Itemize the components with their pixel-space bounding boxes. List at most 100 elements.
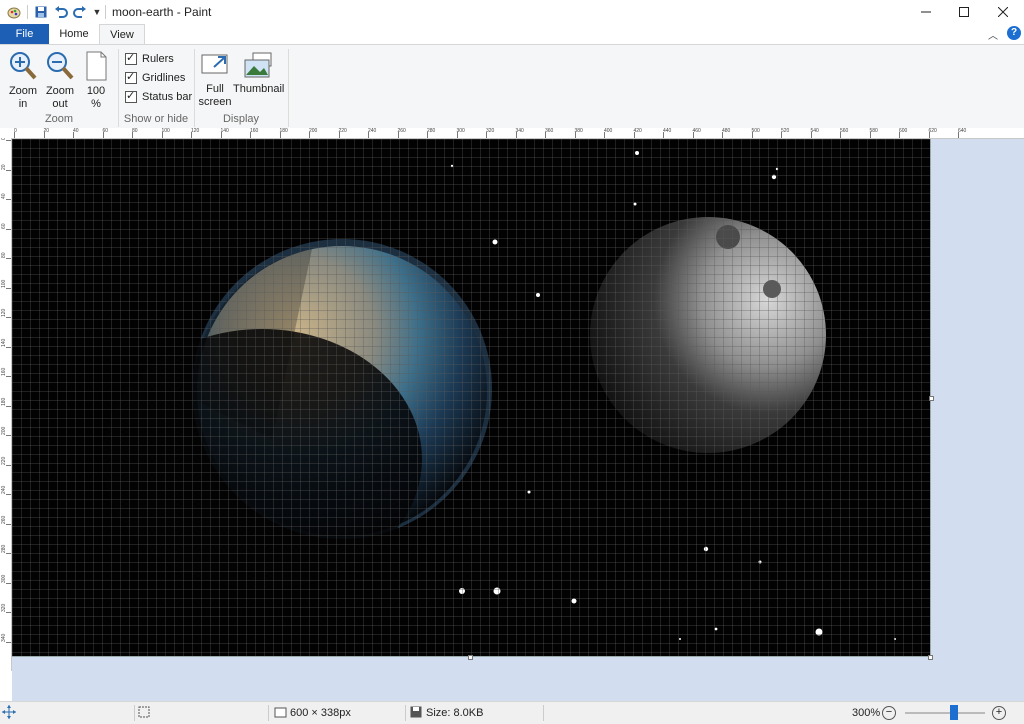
zoom-in-icon bbox=[10, 52, 37, 80]
ruler-tick bbox=[781, 132, 782, 138]
ruler-label: 420 bbox=[633, 128, 642, 134]
checkbox-checked-icon bbox=[125, 51, 137, 65]
ruler-label: 300 bbox=[1, 574, 7, 583]
ruler-label: 360 bbox=[545, 128, 554, 134]
ruler-label: 100 bbox=[161, 128, 170, 134]
ruler-label: 280 bbox=[427, 128, 436, 134]
ruler-label: 100 bbox=[1, 279, 7, 288]
ruler-label: 300 bbox=[456, 128, 465, 134]
file-size: Size: 8.0KB bbox=[426, 707, 484, 719]
gridlines-checkbox[interactable]: Gridlines bbox=[125, 70, 185, 86]
ruler-label: 200 bbox=[1, 426, 7, 435]
ruler-label: 540 bbox=[810, 128, 819, 134]
ruler-tick bbox=[6, 258, 11, 259]
help-icon[interactable]: ? bbox=[1007, 26, 1021, 40]
display-group-label: Display bbox=[222, 113, 260, 125]
ruler-tick bbox=[692, 132, 694, 138]
ruler-label: 200 bbox=[309, 128, 318, 134]
ruler-tick bbox=[810, 132, 812, 138]
ruler-label: 380 bbox=[574, 128, 583, 134]
collapse-ribbon-icon[interactable]: ︿ bbox=[988, 27, 998, 42]
ruler-tick bbox=[6, 582, 11, 584]
ruler-tick bbox=[6, 228, 11, 230]
resize-handle-right[interactable] bbox=[929, 396, 934, 401]
ruler-label: 580 bbox=[869, 128, 878, 134]
paint-app-icon[interactable] bbox=[6, 4, 22, 20]
workspace bbox=[12, 139, 1024, 701]
ruler-tick bbox=[958, 132, 959, 138]
image-canvas[interactable] bbox=[12, 139, 931, 657]
show-hide-group-label: Show or hide bbox=[123, 113, 189, 125]
thumbnail-button[interactable]: Thumbnail bbox=[233, 51, 285, 96]
ruler-label: 440 bbox=[663, 128, 672, 134]
ruler-tick bbox=[132, 132, 133, 138]
ruler-tick bbox=[574, 132, 576, 138]
vertical-ruler: 0 20 40 60 80 100 120 140 160 180 200 220 240 260 280 3… bbox=[0, 138, 12, 671]
status-bar-checkbox[interactable]: Status bar bbox=[125, 89, 192, 105]
ruler-tick bbox=[6, 169, 11, 171]
tab-home[interactable]: Home bbox=[49, 24, 99, 44]
ruler-label: 180 bbox=[279, 128, 288, 134]
thumbnail-label: Thumbnail bbox=[233, 83, 285, 95]
title-bar: ▼ moon-earth - Paint bbox=[0, 0, 1024, 24]
close-button[interactable] bbox=[980, 0, 1024, 24]
page-icon bbox=[86, 51, 107, 81]
zoom-100-button[interactable]: 100 % bbox=[80, 51, 112, 111]
ribbon-panel: Zoom in Zoom out 100 % Zoom Rulers Gridl… bbox=[0, 44, 1024, 130]
zoom-group-label: Zoom bbox=[44, 113, 74, 125]
resize-handle-bottom[interactable] bbox=[468, 655, 473, 660]
ruler-label: 560 bbox=[840, 128, 849, 134]
resize-handle-corner[interactable] bbox=[928, 655, 933, 660]
ruler-label: 320 bbox=[1, 603, 7, 612]
ruler-tick bbox=[663, 132, 664, 138]
zoom-out-label-2: out bbox=[52, 98, 68, 110]
ruler-label: 480 bbox=[722, 128, 731, 134]
ruler-tick bbox=[6, 317, 11, 318]
zoom-in-status-icon[interactable]: + bbox=[992, 706, 1006, 720]
tab-view[interactable]: View bbox=[99, 24, 145, 46]
ribbon-tabs: File Home View ︿ ? bbox=[0, 24, 1024, 46]
zoom-out-icon bbox=[47, 52, 74, 80]
ruler-label: 240 bbox=[1, 485, 7, 494]
ruler-tick bbox=[220, 132, 222, 138]
ruler-label: 120 bbox=[191, 128, 200, 134]
zoom-slider-thumb[interactable] bbox=[950, 705, 958, 720]
ruler-label: 320 bbox=[486, 128, 495, 134]
window-title: moon-earth - Paint bbox=[112, 5, 212, 19]
ruler-tick bbox=[102, 132, 104, 138]
tab-file[interactable]: File bbox=[0, 24, 49, 44]
thumbnail-icon bbox=[244, 52, 272, 78]
ruler-tick bbox=[869, 132, 871, 138]
ruler-label: 640 bbox=[958, 128, 967, 134]
redo-icon[interactable] bbox=[72, 4, 88, 20]
ruler-tick bbox=[6, 464, 11, 466]
zoom-level: 300% bbox=[852, 707, 881, 719]
zoom-in-button[interactable]: Zoom in bbox=[6, 51, 40, 111]
rulers-checkbox[interactable]: Rulers bbox=[125, 51, 174, 67]
undo-icon[interactable] bbox=[53, 4, 69, 20]
checkbox-checked-icon bbox=[125, 89, 137, 103]
save-icon[interactable] bbox=[33, 4, 49, 20]
full-screen-button[interactable]: Full screen bbox=[197, 51, 233, 109]
ruler-tick bbox=[456, 132, 458, 138]
gridlines-overlay bbox=[12, 139, 930, 656]
zoom-100-label-2: % bbox=[91, 98, 101, 110]
status-bar-label: Status bar bbox=[142, 91, 193, 103]
ruler-tick bbox=[427, 132, 428, 138]
zoom-slider-track[interactable] bbox=[905, 712, 985, 714]
customize-toolbar-icon[interactable]: ▼ bbox=[89, 4, 105, 20]
ruler-tick bbox=[6, 376, 11, 377]
ruler-label: 460 bbox=[692, 128, 701, 134]
ruler-tick bbox=[6, 346, 11, 348]
ruler-tick bbox=[928, 132, 930, 138]
move-cursor-icon bbox=[2, 705, 16, 722]
ruler-tick bbox=[6, 641, 11, 643]
zoom-out-status-icon[interactable]: − bbox=[882, 706, 896, 720]
disk-icon bbox=[410, 706, 422, 721]
full-screen-label-2: screen bbox=[198, 96, 232, 108]
ruler-label: 340 bbox=[1, 633, 7, 642]
ruler-tick bbox=[309, 132, 310, 138]
ruler-label: 160 bbox=[1, 367, 7, 376]
ruler-label: 260 bbox=[1, 515, 7, 524]
zoom-out-button[interactable]: Zoom out bbox=[43, 51, 77, 111]
